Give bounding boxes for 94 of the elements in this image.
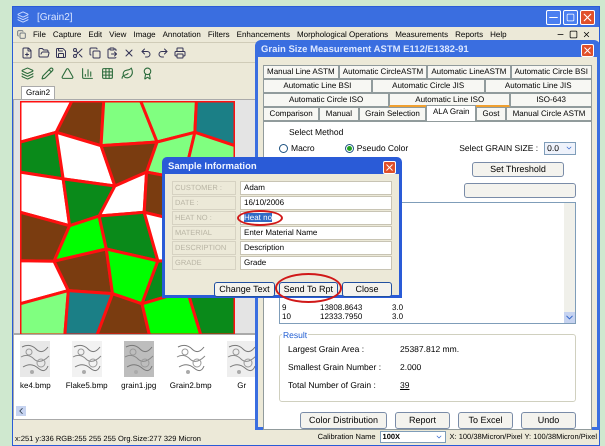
tab[interactable]: Automatic Line BSI bbox=[263, 79, 372, 94]
tab[interactable]: Automatic Circle JIS bbox=[372, 79, 485, 94]
tab[interactable]: Grain Selection bbox=[358, 107, 426, 122]
method-label: Select Method bbox=[289, 126, 344, 139]
menu-item[interactable]: Help bbox=[490, 28, 507, 40]
tab[interactable]: Gost bbox=[476, 107, 506, 122]
action-button[interactable]: Color Distribution bbox=[300, 412, 387, 429]
tab[interactable]: ISO-643 bbox=[510, 93, 592, 108]
set-threshold-button[interactable]: Set Threshold bbox=[472, 162, 564, 177]
app-icon bbox=[17, 11, 29, 23]
undo-icon[interactable] bbox=[140, 46, 152, 58]
scissors-icon[interactable] bbox=[72, 46, 84, 58]
thumbnail-label[interactable]: Grain2.bmp bbox=[170, 380, 212, 392]
minimize-icon[interactable] bbox=[546, 10, 561, 24]
radio-label: Pseudo Color bbox=[356, 142, 408, 154]
dialog-button[interactable]: Send To Rpt bbox=[278, 282, 338, 298]
menu-item[interactable]: Filters bbox=[208, 28, 230, 40]
radio-button[interactable] bbox=[279, 144, 288, 152]
thumbnail-label[interactable]: grain1.jpg bbox=[121, 380, 156, 392]
thumbnail-label[interactable]: Flake5.bmp bbox=[66, 380, 108, 392]
tab[interactable]: Comparison bbox=[263, 107, 320, 122]
tab[interactable]: Manual Circle ASTM bbox=[506, 107, 592, 122]
menu-item[interactable]: File bbox=[33, 28, 46, 40]
clipboard-icon[interactable] bbox=[106, 46, 118, 58]
pencil-icon[interactable] bbox=[41, 67, 54, 80]
dialog-title: Sample Information bbox=[168, 160, 257, 174]
document-tab[interactable]: Grain2 bbox=[21, 86, 56, 99]
bar-chart-icon[interactable] bbox=[81, 67, 94, 80]
action-button[interactable]: Undo bbox=[521, 412, 576, 429]
redo-icon[interactable] bbox=[157, 46, 169, 58]
leaf-icon[interactable] bbox=[121, 67, 134, 80]
text-field[interactable]: Adam bbox=[240, 181, 392, 196]
menu-item[interactable]: Capture bbox=[52, 28, 82, 40]
table-cell-text: 3.0 bbox=[392, 303, 404, 312]
save-icon[interactable] bbox=[55, 46, 67, 58]
scroll-down-icon[interactable] bbox=[564, 312, 575, 323]
table-cell-text: 12333.7950 bbox=[320, 312, 364, 321]
menu-item[interactable]: Enhancements bbox=[236, 28, 290, 40]
menu-item[interactable]: Measurements bbox=[395, 28, 448, 40]
cross-icon[interactable] bbox=[123, 46, 135, 58]
tab[interactable]: Automatic Line ISO bbox=[389, 93, 510, 108]
result-label: Total Number of Grain : bbox=[288, 378, 377, 392]
menu-item[interactable]: Annotation bbox=[162, 28, 201, 40]
result-label: Largest Grain Area : bbox=[288, 343, 366, 356]
action-button[interactable]: To Excel bbox=[458, 412, 513, 429]
menu-item[interactable]: Image bbox=[133, 28, 156, 40]
new-file-icon[interactable] bbox=[21, 46, 33, 58]
dialog-button[interactable]: Close bbox=[342, 282, 392, 298]
tab[interactable]: Automatic Line JIS bbox=[484, 79, 592, 94]
window-title: [Grain2] bbox=[37, 10, 73, 24]
medal-icon[interactable] bbox=[141, 67, 154, 80]
tab[interactable]: Manual bbox=[319, 107, 359, 122]
text-field[interactable]: 16/10/2006 bbox=[240, 196, 392, 210]
text-field[interactable]: Description bbox=[240, 241, 392, 256]
radio-label: Macro bbox=[291, 142, 315, 154]
table-cell-text: 10 bbox=[282, 312, 292, 321]
layers-icon[interactable] bbox=[21, 67, 34, 80]
dialog-title: Grain Size Measurement ASTM E112/E1382-91 bbox=[261, 43, 469, 57]
menu-item[interactable]: Edit bbox=[88, 28, 102, 40]
tab[interactable]: Manual Line ASTM bbox=[263, 65, 339, 80]
close-icon[interactable] bbox=[582, 30, 591, 39]
dialog-button[interactable]: Change Text bbox=[214, 282, 275, 298]
wide-button[interactable] bbox=[464, 183, 576, 198]
tab[interactable]: Automatic Circle ISO bbox=[263, 93, 390, 108]
tab[interactable]: ALA Grain bbox=[426, 105, 476, 122]
tab[interactable]: Automatic LineASTM bbox=[427, 65, 511, 80]
result-value: 39 bbox=[400, 378, 410, 392]
grain-size-label: Select GRAIN SIZE : bbox=[459, 142, 538, 154]
document-icon bbox=[17, 30, 26, 39]
triangle-icon[interactable] bbox=[61, 67, 74, 80]
menu-item[interactable]: Reports bbox=[455, 28, 484, 40]
maximize-icon[interactable] bbox=[569, 30, 578, 39]
result-label: Smallest Grain Number : bbox=[288, 360, 382, 374]
text-field[interactable]: Heat no bbox=[240, 211, 392, 226]
table-cell-text: 9 bbox=[282, 303, 288, 312]
result-value: 25387.812 mm. bbox=[400, 343, 460, 356]
thumbnail-label[interactable]: ke4.bmp bbox=[20, 380, 51, 392]
menu-item[interactable]: Morphological Operations bbox=[297, 28, 388, 40]
table-cell-text: 3.0 bbox=[392, 312, 404, 321]
printer-icon[interactable] bbox=[174, 46, 186, 58]
action-button[interactable]: Report bbox=[395, 412, 450, 429]
scroll-left-icon[interactable] bbox=[16, 406, 26, 416]
tab[interactable]: Automatic CircleASTM bbox=[338, 65, 428, 80]
grain-size-combo[interactable]: 0.0 bbox=[544, 142, 576, 154]
folder-icon[interactable] bbox=[38, 46, 50, 58]
result-value: 2.000 bbox=[400, 360, 422, 374]
table-cell-text: 13808.8643 bbox=[320, 303, 364, 312]
radio-button[interactable] bbox=[344, 144, 354, 152]
copy-icon[interactable] bbox=[89, 46, 101, 58]
thumbnail-label[interactable]: Gr bbox=[237, 380, 246, 392]
text-field[interactable]: Grade bbox=[240, 256, 392, 270]
text-field[interactable]: Enter Material Name bbox=[240, 226, 392, 240]
tab[interactable]: Automatic Circle BSI bbox=[510, 65, 592, 80]
menu-item[interactable]: View bbox=[109, 28, 126, 40]
